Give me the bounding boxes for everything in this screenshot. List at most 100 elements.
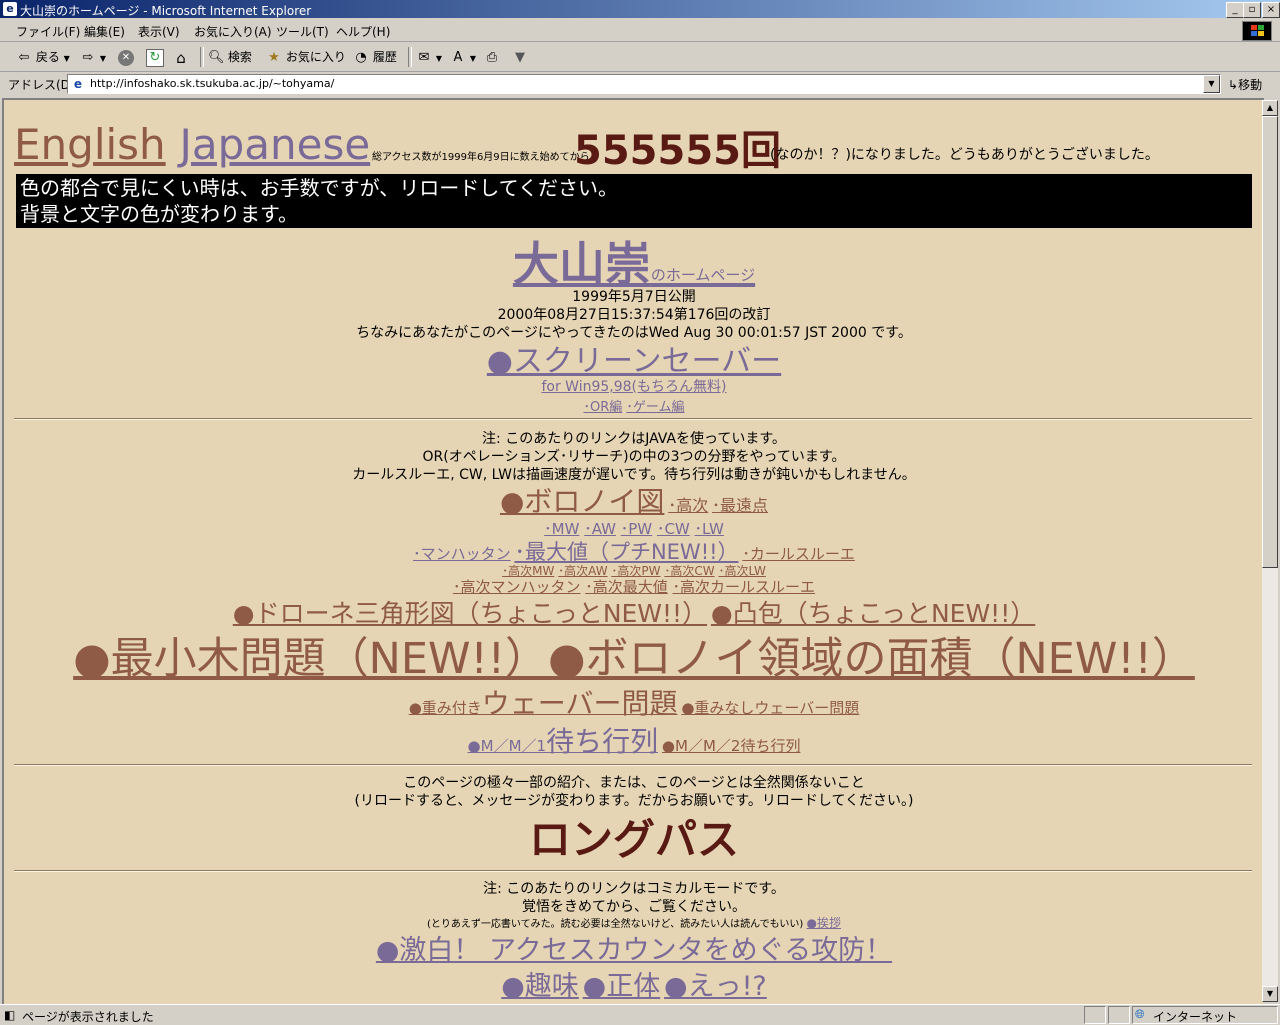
stop-button[interactable]: ✕ (118, 47, 134, 67)
screensaver-row: ●スクリーンセーバー (4, 336, 1264, 380)
screensaver-or-link[interactable]: ･OR編 (583, 400, 622, 415)
voronoi-area-link[interactable]: ●ボロノイ領域の面積（NEW!!） (548, 634, 1195, 684)
published-date: 1999年5月7日公開 (572, 289, 696, 305)
divider (14, 764, 1252, 766)
menu-help[interactable]: ヘルプ(H) (336, 23, 390, 40)
scroll-up-icon[interactable]: ▲ (1262, 100, 1278, 116)
menu-edit[interactable]: 編集(E) (84, 23, 125, 40)
counter-suffix: (なのか！？)になりました。どうもありがとうございました。 (770, 147, 1159, 163)
refresh-button[interactable]: ↻ (146, 47, 164, 67)
menu-favorites[interactable]: お気に入り(A) (194, 23, 272, 40)
minimize-button[interactable]: _ (1226, 2, 1244, 18)
menu-file[interactable]: ファイル(F) (16, 23, 80, 40)
counter-battle-link[interactable]: ●激白！ アクセスカウンタをめぐる攻防！ (376, 935, 892, 966)
intro-line-1: このページの極々一部の紹介、または、このページとは全然関係ないこと (403, 775, 865, 791)
notice-line-2: 背景と文字の色が変わります。 (20, 202, 298, 226)
font-icon: A (453, 49, 463, 65)
search-button[interactable]: 🔍︎ 検索 (208, 47, 252, 67)
ie-app-icon[interactable]: e (3, 2, 17, 16)
restore-button[interactable]: ▫ (1243, 2, 1261, 18)
japanese-link[interactable]: Japanese (179, 120, 370, 169)
history-button[interactable]: ◔ 履歴 (353, 47, 397, 67)
chevron-down-icon: ▼ (63, 54, 70, 63)
window-title: 大山崇のホームページ - Microsoft Internet Explorer (20, 4, 312, 18)
random-message: ロングパス (528, 815, 739, 864)
queue-mm1-prefix: ●M／M／1 (467, 737, 547, 755)
queue-row: ●M／M／1待ち行列 ●M／M／2待ち行列 (4, 720, 1264, 760)
counter-prefix: 総アクセス数が1999年6月9日に数え始めてから (372, 152, 590, 163)
page-content: English Japanese 総アクセス数が1999年6月9日に数え始めてか… (2, 98, 1264, 1004)
screensaver-sub-link[interactable]: for Win95,98(もちろん無料) (541, 379, 726, 395)
address-label: アドレス(D) (8, 78, 75, 92)
chevron-down-icon: ▼ (469, 54, 476, 63)
print-icon: ⎙ (486, 49, 498, 65)
home-button[interactable]: ⌂ (173, 47, 189, 67)
java-note-1: 注: このあたりのリンクはJAVAを使っています。 (482, 431, 786, 447)
menu-view[interactable]: 表示(V) (138, 23, 180, 40)
filter-icon: ▼ (515, 49, 525, 65)
page-title: 大山崇のホームページ (4, 228, 1264, 294)
address-dropdown-icon[interactable]: ▼ (1203, 75, 1220, 93)
weber-label: ウェーバー問題 (481, 687, 678, 720)
favorites-button[interactable]: ★ お気に入り (266, 47, 346, 67)
mst-link[interactable]: ●最小木問題（NEW!!） (73, 634, 548, 684)
header-line: English Japanese (14, 120, 370, 169)
name-text: 大山崇 (512, 237, 651, 291)
status-pane (1084, 1006, 1106, 1024)
forward-button[interactable]: ⇨ ▼ (80, 47, 106, 67)
weber-unweighted-link[interactable]: ●重みなしウェーバー問題 (681, 699, 859, 717)
stop-icon: ✕ (118, 49, 134, 66)
search-label: 検索 (227, 50, 252, 64)
karlsruhe-link[interactable]: ･カールスルーエ (742, 545, 855, 563)
chevron-down-icon: ▼ (435, 54, 442, 63)
queue-mm2-link[interactable]: ●M／M／2待ち行列 (662, 737, 801, 755)
back-button[interactable]: ⇦ 戻る ▼ (16, 47, 70, 67)
go-arrow-icon: ↳ (1228, 78, 1239, 92)
divider (14, 418, 1252, 420)
screensaver-link[interactable]: ●スクリーンセーバー (487, 344, 781, 379)
chevron-down-icon: ▼ (99, 54, 106, 63)
hobby-row: ●趣味 ●正体 ●えっ!? (4, 964, 1264, 1003)
voronoi-far-link[interactable]: ･最遠点 (712, 496, 768, 515)
identity-link[interactable]: ●正体 (583, 971, 661, 1002)
voronoi-high-link[interactable]: ･高次 (668, 496, 708, 515)
weber-row: ●重み付きウェーバー問題 ●重みなしウェーバー問題 (4, 682, 1264, 722)
status-bar: ◧ ページが表示されました 🌐︎ インターネット (0, 1004, 1280, 1025)
screensaver-game-link[interactable]: ･ゲーム編 (626, 400, 684, 415)
max-value-link[interactable]: ･最大値（プチNEW!!） (514, 540, 738, 564)
filter-button[interactable]: ▼ (512, 47, 528, 67)
back-label: 戻る (35, 50, 60, 64)
search-icon: 🔍︎ (208, 49, 225, 65)
comical-note-1: 注: このあたりのリンクはコミカルモードです。 (483, 881, 785, 897)
history-label: 履歴 (372, 50, 397, 64)
go-button[interactable]: ↳移動 (1228, 76, 1262, 93)
mail-icon: ✉ (418, 49, 430, 65)
queue-label: 待ち行列 (546, 725, 659, 758)
queue-mm1-link[interactable]: ●M／M／1待ち行列 (467, 725, 659, 758)
weber-weighted-link[interactable]: ●重み付きウェーバー問題 (409, 687, 678, 720)
status-page-icon: ◧ (4, 1008, 16, 1022)
mail-button[interactable]: ✉ ▼ (416, 47, 442, 67)
font-size-button[interactable]: A ▼ (450, 47, 476, 67)
address-input[interactable]: e http://infoshako.sk.tsukuba.ac.jp/~toh… (67, 74, 1221, 94)
name-link[interactable]: 大山崇のホームページ (513, 237, 755, 291)
menu-tools[interactable]: ツール(T) (276, 23, 329, 40)
history-icon: ◔ (355, 49, 367, 65)
manhattan-link[interactable]: ･マンハッタン (413, 545, 511, 563)
voronoi-link[interactable]: ●ボロノイ図 (500, 485, 664, 518)
notice-line-1: 色の都合で見にくい時は、お手数ですが、リロードしてください。 (20, 176, 618, 200)
scroll-thumb[interactable] (1262, 116, 1278, 568)
back-arrow-icon: ⇦ (18, 49, 30, 65)
close-button[interactable]: × (1262, 2, 1280, 18)
reload-notice: 色の都合で見にくい時は、お手数ですが、リロードしてください。 背景と文字の色が変… (16, 174, 1252, 228)
vertical-scrollbar[interactable]: ▲ ▼ (1262, 100, 1278, 1002)
hobby-link[interactable]: ●趣味 (501, 971, 579, 1002)
favorites-label: お気に入り (285, 50, 346, 64)
scroll-down-icon[interactable]: ▼ (1262, 986, 1278, 1002)
print-button[interactable]: ⎙ (484, 47, 500, 67)
eh-link[interactable]: ●えっ!? (664, 971, 767, 1002)
english-link[interactable]: English (14, 120, 166, 169)
name-suffix: のホームページ (650, 266, 756, 284)
counter-battle-row: ●激白！ アクセスカウンタをめぐる攻防！ (4, 928, 1264, 967)
screensaver-sub-row: for Win95,98(もちろん無料) (4, 376, 1264, 396)
